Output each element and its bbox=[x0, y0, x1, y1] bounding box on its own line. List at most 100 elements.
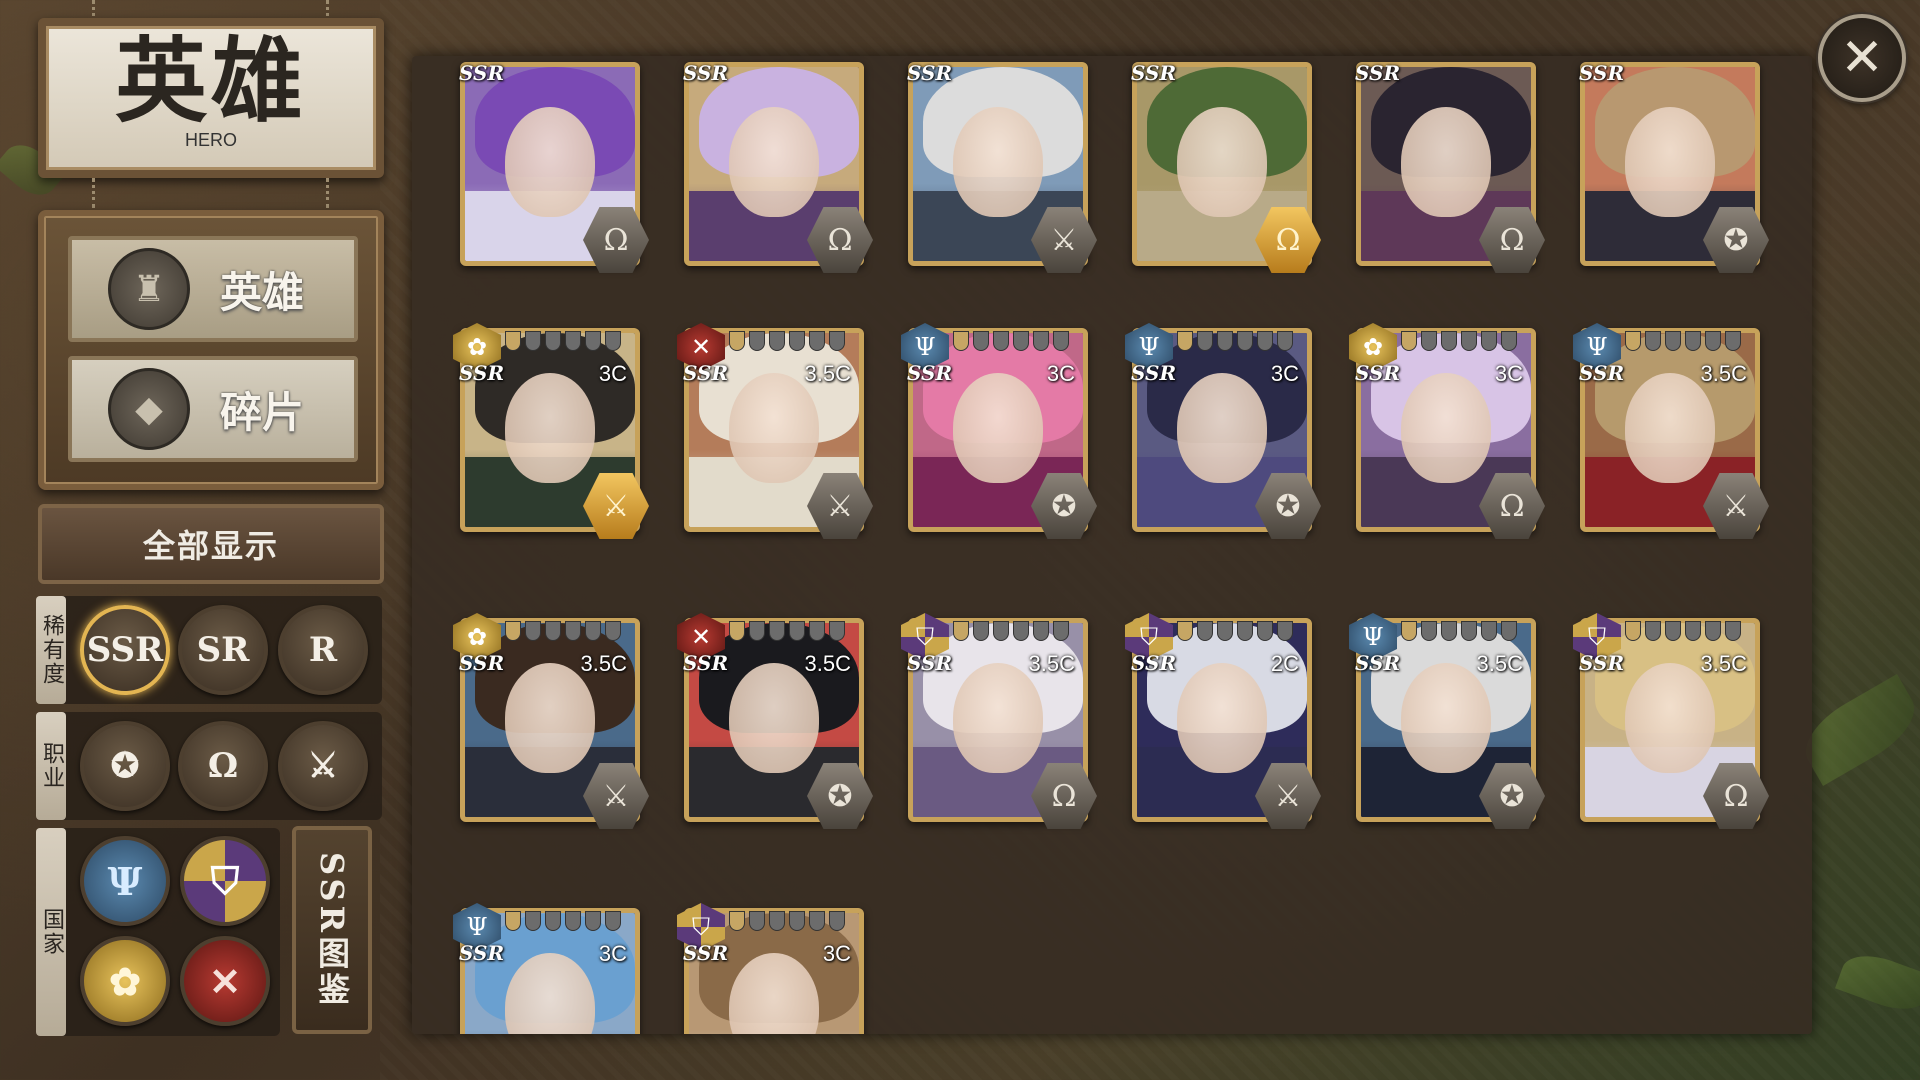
star-slot bbox=[1501, 621, 1517, 641]
hero-rarity: SSR bbox=[907, 61, 953, 85]
portrait-face bbox=[1401, 663, 1491, 773]
rarity-filter-label: 稀有度 bbox=[36, 596, 66, 704]
portrait-face bbox=[953, 373, 1043, 483]
hero-card[interactable]: SSR Ω bbox=[459, 61, 649, 273]
star-slot bbox=[809, 331, 825, 351]
star-slot bbox=[1197, 621, 1213, 641]
star-slot bbox=[1277, 331, 1293, 351]
star-slot bbox=[605, 621, 621, 641]
star-slot bbox=[1461, 621, 1477, 641]
star-slot bbox=[605, 911, 621, 931]
star-slot bbox=[1177, 331, 1193, 351]
hero-card[interactable]: Ψ SSR 3C ✪ bbox=[901, 323, 1097, 539]
category-menu: ♜ 英雄 ◆ 碎片 bbox=[38, 210, 384, 490]
hero-cost: 3.5C bbox=[804, 651, 851, 676]
star-slot bbox=[789, 331, 805, 351]
class-support-icon[interactable]: Ω bbox=[178, 721, 268, 811]
star-slot bbox=[1625, 331, 1641, 351]
star-slot bbox=[1053, 621, 1069, 641]
star-slot bbox=[1481, 621, 1497, 641]
star-slot bbox=[545, 331, 561, 351]
star-slot bbox=[1197, 331, 1213, 351]
hero-cost: 2C bbox=[1270, 651, 1299, 676]
star-slot bbox=[1401, 331, 1417, 351]
hero-card[interactable]: SSR ⚔ bbox=[907, 61, 1097, 273]
hero-star-rank bbox=[1401, 621, 1517, 641]
nation-trident-icon[interactable]: Ψ bbox=[80, 836, 170, 926]
hero-card[interactable]: SSR Ω bbox=[1131, 61, 1321, 273]
hero-card[interactable]: ✿ SSR 3C Ω bbox=[1349, 323, 1545, 539]
star-slot bbox=[729, 911, 745, 931]
star-slot bbox=[829, 621, 845, 641]
star-slot bbox=[1705, 621, 1721, 641]
star-slot bbox=[565, 911, 581, 931]
nation-flower-icon[interactable]: ✿ bbox=[80, 936, 170, 1026]
hero-card[interactable]: ⛉ SSR 2C ⚔ bbox=[1125, 613, 1321, 829]
hero-card[interactable]: ⛉ SSR 3C bbox=[677, 903, 864, 1034]
class-filter: 职业 ✪ Ω ⚔ bbox=[36, 712, 382, 820]
rarity-r-button[interactable]: R bbox=[278, 605, 368, 695]
hero-card[interactable]: ✿ SSR 3C ⚔ bbox=[453, 323, 649, 539]
star-slot bbox=[789, 621, 805, 641]
star-slot bbox=[1625, 621, 1641, 641]
hero-card[interactable]: ✿ SSR 3.5C ⚔ bbox=[453, 613, 649, 829]
star-slot bbox=[809, 621, 825, 641]
hero-star-rank bbox=[505, 331, 621, 351]
star-slot bbox=[1461, 331, 1477, 351]
hero-card[interactable]: Ψ SSR 3.5C ⚔ bbox=[1573, 323, 1769, 539]
show-all-button[interactable]: 全部显示 bbox=[38, 504, 384, 584]
hero-card[interactable]: SSR Ω bbox=[1355, 61, 1545, 273]
hero-card[interactable]: Ψ SSR 3.5C ✪ bbox=[1349, 613, 1545, 829]
class-warrior-icon[interactable]: ⚔ bbox=[278, 721, 368, 811]
hero-star-rank bbox=[1177, 621, 1293, 641]
hero-rarity: SSR bbox=[1355, 361, 1401, 385]
hero-rarity: SSR bbox=[683, 361, 729, 385]
hero-card[interactable]: ⛉ SSR 3.5C Ω bbox=[901, 613, 1097, 829]
star-slot bbox=[749, 621, 765, 641]
star-slot bbox=[809, 911, 825, 931]
star-slot bbox=[545, 621, 561, 641]
star-slot bbox=[1665, 331, 1681, 351]
star-slot bbox=[789, 911, 805, 931]
ssr-codex-button[interactable]: SSR图鉴 bbox=[292, 826, 372, 1034]
hero-rarity: SSR bbox=[1579, 651, 1625, 675]
hero-rarity: SSR bbox=[1579, 361, 1625, 385]
page-title: 英雄 bbox=[114, 27, 307, 135]
class-mage-icon[interactable]: ✪ bbox=[80, 721, 170, 811]
menu-hero-button[interactable]: ♜ 英雄 bbox=[68, 236, 358, 342]
star-slot bbox=[545, 911, 561, 931]
hero-card[interactable]: ✕ SSR 3.5C ⚔ bbox=[677, 323, 873, 539]
star-slot bbox=[525, 911, 541, 931]
rarity-ssr-button[interactable]: SSR bbox=[80, 605, 170, 695]
star-slot bbox=[953, 621, 969, 641]
hero-card[interactable]: Ψ SSR 3C bbox=[453, 903, 640, 1034]
star-slot bbox=[769, 331, 785, 351]
hero-card[interactable]: ✕ SSR 3.5C ✪ bbox=[677, 613, 873, 829]
hero-card[interactable]: SSR ✪ bbox=[1579, 61, 1769, 273]
close-icon[interactable]: ✕ bbox=[1818, 14, 1906, 102]
hero-card[interactable]: Ψ SSR 3C ✪ bbox=[1125, 323, 1321, 539]
hero-card[interactable]: SSR Ω bbox=[683, 61, 873, 273]
nation-filter: 国家 Ψ ⛉ ✿ ✕ bbox=[36, 828, 280, 1036]
portrait-face bbox=[1625, 107, 1715, 217]
star-slot bbox=[1441, 331, 1457, 351]
rarity-sr-button[interactable]: SR bbox=[178, 605, 268, 695]
sign-chain bbox=[326, 178, 336, 208]
hero-star-rank bbox=[729, 911, 845, 931]
hero-rarity: SSR bbox=[1131, 61, 1177, 85]
star-slot bbox=[1013, 331, 1029, 351]
hero-card[interactable]: ⛉ SSR 3.5C Ω bbox=[1573, 613, 1769, 829]
star-slot bbox=[1441, 621, 1457, 641]
menu-fragment-button[interactable]: ◆ 碎片 bbox=[68, 356, 358, 462]
hero-rarity: SSR bbox=[459, 61, 505, 85]
star-slot bbox=[1685, 331, 1701, 351]
star-slot bbox=[1033, 331, 1049, 351]
star-slot bbox=[565, 331, 581, 351]
hero-rarity: SSR bbox=[1131, 651, 1177, 675]
nation-shield-icon[interactable]: ⛉ bbox=[180, 836, 270, 926]
star-slot bbox=[525, 331, 541, 351]
portrait-face bbox=[953, 107, 1043, 217]
fragment-category-icon: ◆ bbox=[108, 368, 190, 450]
nation-swords-icon[interactable]: ✕ bbox=[180, 936, 270, 1026]
star-slot bbox=[729, 331, 745, 351]
